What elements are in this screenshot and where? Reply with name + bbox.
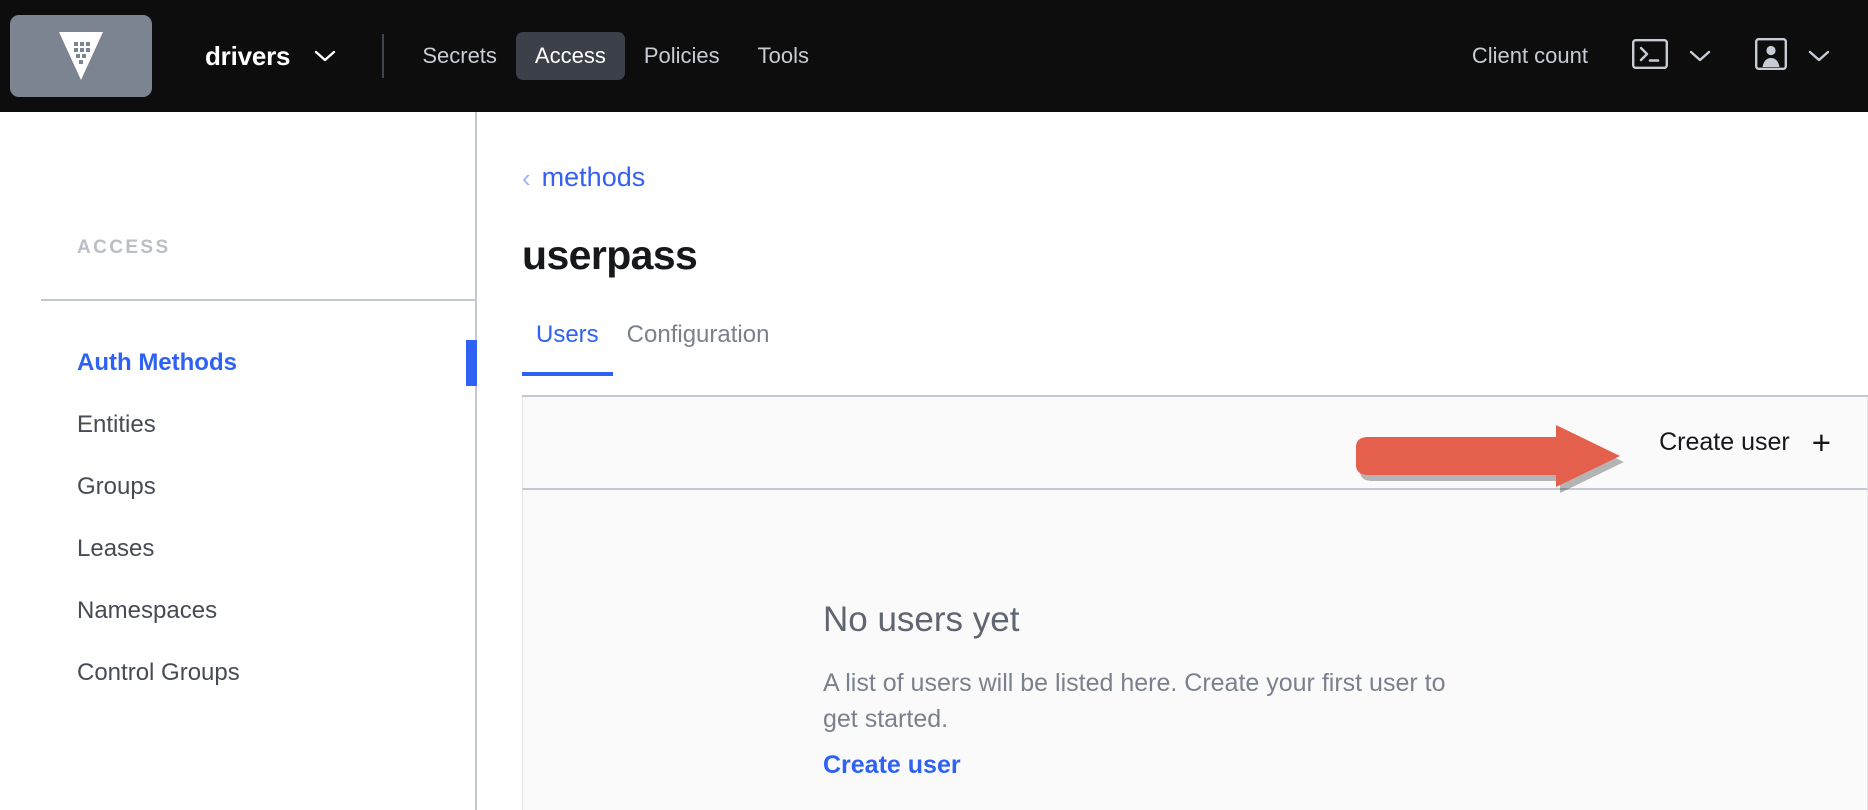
sidebar-item-label: Entities (77, 411, 156, 438)
sidebar-item-leases[interactable]: Leases (0, 518, 477, 580)
tab-bar: Users Configuration (522, 321, 1868, 376)
tab-users[interactable]: Users (522, 321, 613, 376)
namespace-label: drivers (205, 40, 291, 71)
namespace-picker[interactable]: drivers (205, 41, 336, 72)
main-content: ‹ methods userpass Users Configuration C… (479, 112, 1868, 810)
console-terminal-icon (1632, 38, 1668, 74)
tab-configuration[interactable]: Configuration (613, 321, 784, 372)
create-user-button[interactable]: Create user + (1659, 423, 1831, 461)
create-user-button-label: Create user (1659, 428, 1790, 456)
list-toolbar: Create user + (522, 397, 1868, 490)
sidebar-item-label: Leases (77, 535, 155, 562)
page-body: ACCESS Auth Methods Entities Groups Leas… (0, 112, 1868, 810)
empty-state: No users yet A list of users will be lis… (823, 600, 1523, 780)
nav-item-secrets[interactable]: Secrets (403, 32, 516, 80)
vault-logo-icon (59, 32, 103, 80)
plus-icon: + (1811, 423, 1831, 461)
vault-ui-page: drivers Secrets Access Policies Tools Cl… (0, 0, 1868, 810)
sidebar-item-entities[interactable]: Entities (0, 394, 477, 456)
empty-state-title: No users yet (823, 600, 1020, 639)
client-count-link[interactable]: Client count (1472, 43, 1588, 69)
sidebar-item-groups[interactable]: Groups (0, 456, 477, 518)
sidebar-divider (41, 299, 477, 301)
nav-item-tools[interactable]: Tools (739, 32, 828, 80)
console-toggle-button[interactable] (1632, 38, 1711, 74)
chevron-down-icon (1808, 49, 1830, 63)
sidebar-section-heading: ACCESS (77, 237, 171, 258)
sidebar-item-label: Namespaces (77, 597, 218, 624)
users-list-panel: No users yet A list of users will be lis… (522, 490, 1868, 810)
header-actions: Client count (1472, 37, 1868, 75)
user-menu-button[interactable] (1755, 37, 1830, 75)
breadcrumb[interactable]: ‹ methods (522, 162, 645, 193)
vault-logo-button[interactable] (10, 15, 152, 97)
sidebar-nav: Auth Methods Entities Groups Leases Name… (0, 332, 477, 704)
breadcrumb-link-methods[interactable]: methods (542, 162, 646, 193)
nav-item-policies[interactable]: Policies (625, 32, 739, 80)
sidebar-item-label: Auth Methods (77, 349, 237, 376)
chevron-left-icon: ‹ (522, 162, 531, 193)
empty-state-description: A list of users will be listed here. Cre… (823, 669, 1446, 733)
nav-item-access[interactable]: Access (515, 32, 625, 80)
chevron-down-icon (1689, 49, 1711, 63)
page-title: userpass (522, 232, 698, 278)
header-divider (382, 34, 385, 78)
sidebar-item-label: Groups (77, 473, 156, 500)
sidebar-item-control-groups[interactable]: Control Groups (0, 642, 477, 704)
sidebar-item-namespaces[interactable]: Namespaces (0, 580, 477, 642)
sidebar: ACCESS Auth Methods Entities Groups Leas… (0, 112, 477, 810)
user-account-icon (1755, 37, 1788, 75)
empty-state-create-user-link[interactable]: Create user (823, 751, 961, 780)
top-navigation-bar: drivers Secrets Access Policies Tools Cl… (0, 0, 1868, 112)
sidebar-item-label: Control Groups (77, 659, 240, 686)
chevron-down-icon (314, 49, 336, 63)
sidebar-item-auth-methods[interactable]: Auth Methods (0, 332, 477, 394)
primary-nav: Secrets Access Policies Tools (403, 32, 828, 80)
